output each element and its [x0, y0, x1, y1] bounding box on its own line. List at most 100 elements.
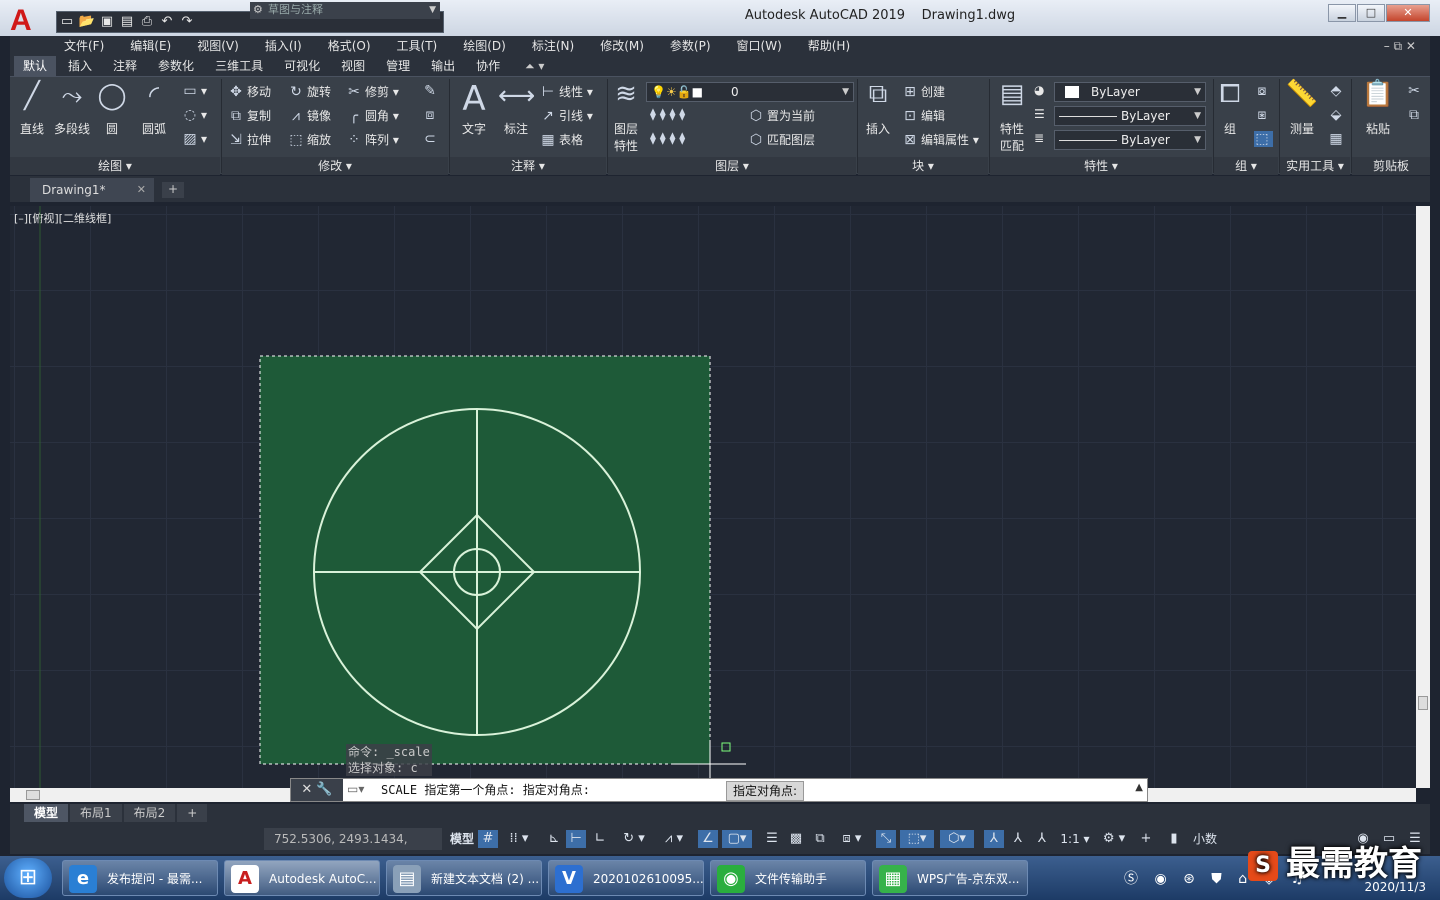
tab-layout1[interactable]: 布局1: [70, 804, 122, 822]
edit-block-button[interactable]: ⊡ 编辑: [902, 107, 945, 124]
3d-osnap-icon[interactable]: ⧈ ▾: [834, 830, 870, 848]
tab-layout2[interactable]: 布局2: [123, 804, 176, 822]
grid-icon[interactable]: #: [478, 830, 498, 848]
dimension-button[interactable]: 标注: [504, 120, 528, 137]
group-select-icon[interactable]: ⬚: [1254, 131, 1273, 147]
new-file-icon[interactable]: ▭: [58, 13, 76, 31]
group-edit-icon[interactable]: ⧆: [1254, 107, 1273, 123]
circle-button[interactable]: 圆: [106, 120, 118, 137]
lineweight-toggle-icon[interactable]: ☰: [762, 830, 782, 848]
taskbar-item-notepad[interactable]: ▤ 新建文本文档 (2) ...: [386, 860, 542, 896]
object-snap-tracking-icon[interactable]: ∠: [698, 830, 718, 848]
color-wheel-icon[interactable]: ◕: [1034, 83, 1044, 97]
isodraft-icon[interactable]: ⩘ ▾: [656, 830, 692, 848]
add-layout-button[interactable]: +: [177, 804, 208, 822]
minimize-button[interactable]: ▁: [1328, 4, 1356, 22]
print-icon[interactable]: ⎙: [138, 13, 156, 31]
auto-scale-icon[interactable]: ⅄: [1008, 830, 1028, 848]
vertical-scrollbar[interactable]: [1416, 206, 1430, 788]
menu-edit[interactable]: 编辑(E): [130, 36, 171, 56]
text-button[interactable]: 文字: [462, 120, 486, 137]
command-line[interactable]: ✕ 🔧 ▭▾ SCALE 指定第一个角点: 指定对角点: ▲: [290, 778, 1148, 802]
tab-collaborate[interactable]: 协作: [467, 56, 509, 76]
explode-icon[interactable]: ⧈: [422, 107, 441, 123]
menu-format[interactable]: 格式(O): [328, 36, 371, 56]
polyline-icon[interactable]: ⤳: [54, 81, 90, 112]
gizmo-icon[interactable]: ⬡▾: [940, 830, 974, 848]
command-expand-icon[interactable]: ▲: [1135, 782, 1143, 793]
line-button[interactable]: 直线: [20, 120, 44, 137]
stretch-button[interactable]: ⇲ 拉伸: [228, 131, 271, 148]
table-button[interactable]: ▦ 表格: [540, 131, 583, 148]
annotation-panel-label[interactable]: 注释 ▾: [450, 157, 606, 175]
menu-insert[interactable]: 插入(I): [265, 36, 302, 56]
menu-draw[interactable]: 绘图(D): [463, 36, 506, 56]
undo-icon[interactable]: ↶: [158, 13, 176, 31]
clipboard-panel-label[interactable]: 剪贴板: [1352, 157, 1430, 175]
layer-properties-line2[interactable]: 特性: [614, 137, 638, 154]
annotation-monitor-icon[interactable]: +: [1136, 830, 1156, 848]
scale-button[interactable]: ⬚ 缩放: [288, 131, 331, 148]
draw-panel-label[interactable]: 绘图 ▾: [10, 157, 220, 175]
measure-button[interactable]: 测量: [1290, 120, 1314, 137]
block-panel-label[interactable]: 块 ▾: [858, 157, 988, 175]
dynamic-ucs-icon[interactable]: ⤡: [876, 830, 896, 848]
match-layer-button[interactable]: ⬡ 匹配图层: [748, 131, 815, 148]
arc-icon[interactable]: ◜: [136, 81, 172, 111]
calculator-icon[interactable]: ▦: [1328, 131, 1347, 147]
set-current-layer-button[interactable]: ⬡ 置为当前: [748, 107, 815, 124]
units-icon[interactable]: ▮: [1164, 830, 1184, 848]
layer-tools-row2[interactable]: ⧫ ⧫ ⧫ ⧫: [650, 131, 685, 145]
file-tab-drawing1[interactable]: Drawing1* ✕: [30, 178, 154, 202]
menu-help[interactable]: 帮助(H): [808, 36, 850, 56]
menu-view[interactable]: 视图(V): [197, 36, 239, 56]
group-icon[interactable]: ⧠: [1212, 79, 1248, 110]
dimension-icon[interactable]: ⟷: [498, 81, 535, 111]
taskbar-item-video[interactable]: V 2020102610095...: [548, 860, 704, 896]
select-all-icon[interactable]: ⬙: [1328, 107, 1347, 123]
mirror-button[interactable]: ⩘ 镜像: [288, 107, 331, 124]
drawing-canvas[interactable]: [–][俯视][二维线框]: [10, 206, 1416, 788]
trim-button[interactable]: ✂ 修剪 ▾: [346, 83, 399, 100]
tab-3d-tools[interactable]: 三维工具: [206, 56, 272, 76]
lineweight-dropdown[interactable]: ByLayer ▼: [1054, 130, 1206, 150]
menu-dimension[interactable]: 标注(N): [532, 36, 574, 56]
modify-panel-label[interactable]: 修改 ▾: [222, 157, 448, 175]
text-icon[interactable]: A: [456, 79, 492, 119]
annotation-visibility-icon[interactable]: ⅄: [984, 830, 1004, 848]
group-button[interactable]: 组: [1224, 120, 1236, 137]
autocad-logo-icon[interactable]: A: [10, 6, 48, 36]
linetype-dropdown[interactable]: ByLayer ▼: [1054, 106, 1206, 126]
model-space-button[interactable]: 模型: [448, 830, 476, 848]
close-button[interactable]: ✕: [1386, 4, 1430, 22]
units-display[interactable]: 小数: [1188, 830, 1222, 848]
gradient-icon[interactable]: ▨ ▾: [182, 131, 207, 147]
menu-window[interactable]: 窗口(W): [737, 36, 782, 56]
layer-dropdown[interactable]: 💡☀🔓■ 0 ▼: [646, 82, 854, 102]
copy-clip-icon[interactable]: ⧉: [1406, 107, 1425, 123]
arc-button[interactable]: 圆弧: [142, 120, 166, 137]
taskbar-item-autocad[interactable]: A Autodesk AutoC...: [224, 860, 380, 896]
new-tab-button[interactable]: +: [162, 182, 184, 198]
redo-icon[interactable]: ↷: [178, 13, 196, 31]
insert-block-button[interactable]: 插入: [866, 120, 890, 137]
hatch-icon[interactable]: ◌ ▾: [182, 107, 207, 123]
workspace-select[interactable]: ⚙ 草图与注释 ▼: [250, 2, 440, 19]
scrollbar-thumb[interactable]: [1418, 696, 1428, 710]
paste-icon[interactable]: 📋: [1360, 79, 1396, 109]
ribbon-minimize-toggle[interactable]: ⏶ ▾: [516, 56, 553, 76]
menu-tools[interactable]: 工具(T): [397, 36, 438, 56]
groups-panel-label[interactable]: 组 ▾: [1214, 157, 1278, 175]
create-block-button[interactable]: ⊞ 创建: [902, 83, 945, 100]
tab-manage[interactable]: 管理: [377, 56, 419, 76]
tab-output[interactable]: 输出: [422, 56, 464, 76]
quick-select-icon[interactable]: ⬘: [1328, 83, 1347, 99]
paste-button[interactable]: 粘贴: [1366, 120, 1390, 137]
edit-attributes-button[interactable]: ⊠ 编辑属性 ▾: [902, 131, 979, 148]
match-properties-line2[interactable]: 匹配: [1000, 137, 1024, 154]
linear-dim-button[interactable]: ⊢ 线性 ▾: [540, 83, 593, 100]
open-file-icon[interactable]: 📂: [78, 13, 96, 31]
object-snap-icon[interactable]: ▢▾: [722, 830, 752, 848]
maximize-button[interactable]: □: [1357, 4, 1385, 22]
insert-block-icon[interactable]: ⧉: [860, 79, 896, 110]
